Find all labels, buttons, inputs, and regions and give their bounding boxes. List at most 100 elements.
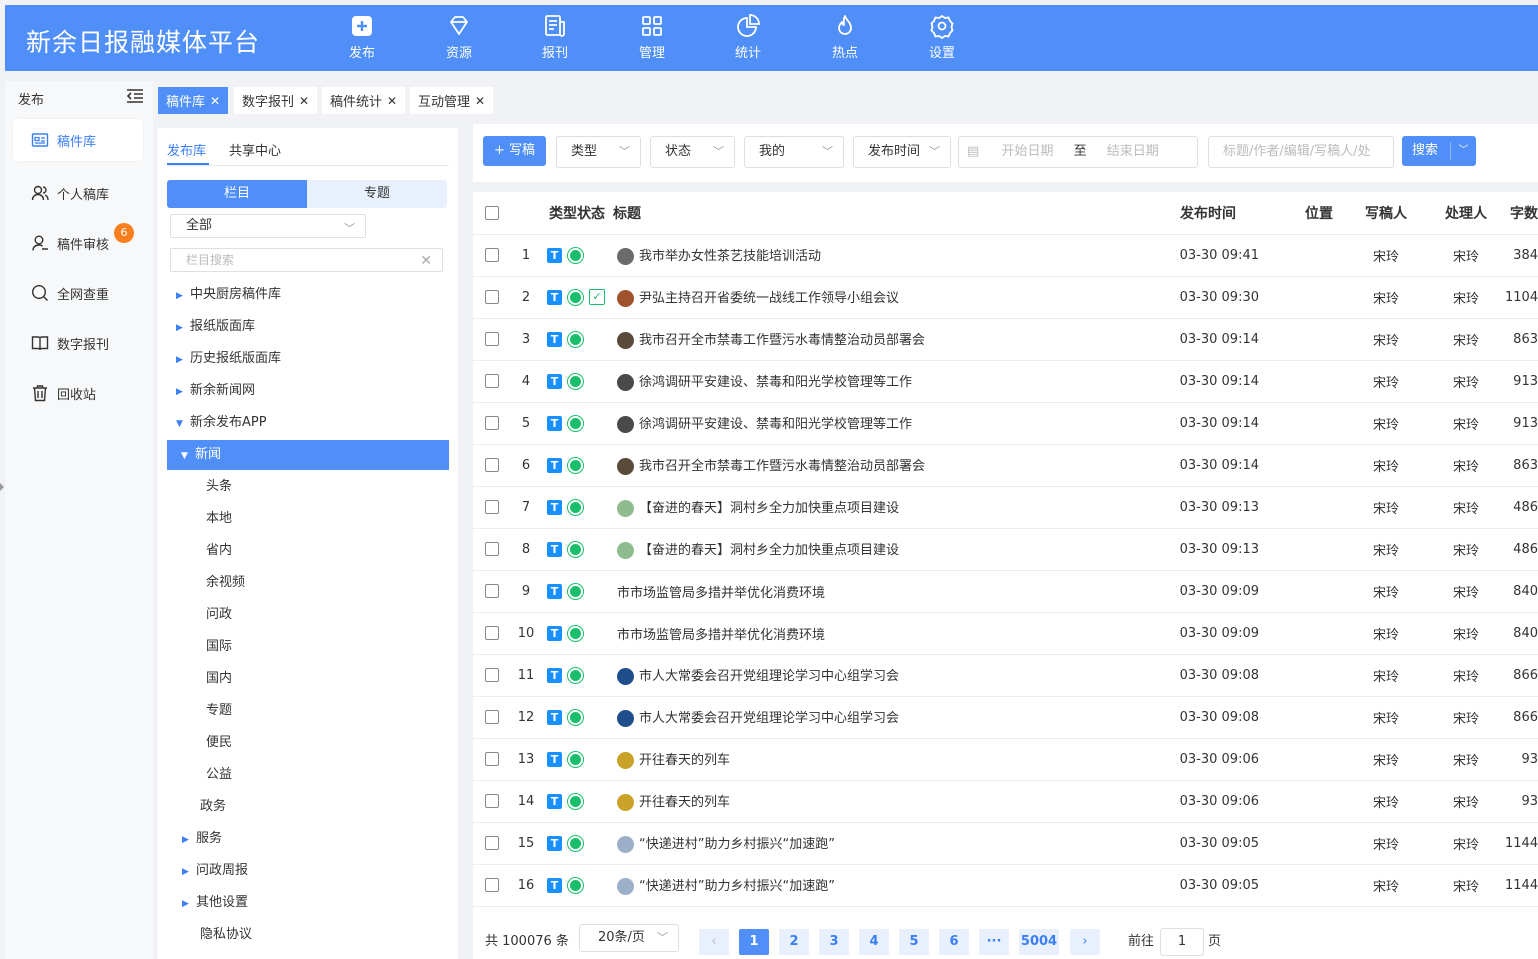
- tree-node[interactable]: ▶ 中央厨房稿件库: [176, 280, 281, 310]
- pubtime-filter[interactable]: 发布时间 ﹀: [853, 136, 951, 168]
- row-checkbox[interactable]: [485, 290, 499, 304]
- title-cell[interactable]: 开往春天的列车: [613, 738, 1123, 781]
- row-title[interactable]: 市人大常委会召开党组理论学习中心组学习会: [639, 669, 899, 684]
- row-title[interactable]: 我市召开全市禁毒工作暨污水毒情整治动员部署会: [639, 459, 925, 474]
- row-checkbox[interactable]: [485, 710, 499, 724]
- tree-node[interactable]: 国内: [206, 664, 232, 694]
- segment-column[interactable]: 栏目: [167, 180, 307, 208]
- table-row[interactable]: 2 T ✓ 尹弘主持召开省委统一战线工作领导小组会议 03-30 09:30 宋玲 宋玲 11…: [473, 276, 1538, 319]
- sidebar-item-trash[interactable]: 回收站: [13, 372, 143, 414]
- table-row[interactable]: 6 T 我市召开全市禁毒工作暨污水毒情整治动员部署会 03-30 09:14 宋玲 宋玲 8…: [473, 444, 1538, 487]
- row-title[interactable]: 市人大常委会召开党组理论学习中心组学习会: [639, 711, 899, 726]
- row-checkbox[interactable]: [485, 836, 499, 850]
- keyword-search-input[interactable]: 标题/作者/编辑/写稿人/处: [1208, 136, 1394, 168]
- page-button[interactable]: 1: [739, 929, 769, 955]
- tree-node[interactable]: ▶ 历史报纸版面库: [176, 344, 281, 374]
- segment-topic[interactable]: 专题: [307, 180, 447, 208]
- table-row[interactable]: 1 T 我市举办女性茶艺技能培训活动 03-30 09:41 宋玲 宋玲 384: [473, 234, 1538, 277]
- row-title[interactable]: 市市场监管局多措并举优化消费环境: [617, 586, 825, 601]
- row-checkbox[interactable]: [485, 668, 499, 682]
- tree-node[interactable]: ▶ 其他设置: [182, 888, 248, 918]
- tree-node[interactable]: 余视频: [206, 568, 245, 598]
- tree-node[interactable]: ▼ 新余发布APP: [176, 408, 267, 438]
- end-date-input[interactable]: 结束日期: [1107, 144, 1159, 159]
- caret-right-icon[interactable]: ▶: [182, 825, 196, 855]
- tab-interaction[interactable]: 互动管理 ✕: [410, 87, 494, 114]
- table-row[interactable]: 10 T 市市场监管局多措并举优化消费环境 03-30 09:09 宋玲 宋玲 840: [473, 612, 1538, 655]
- tree-node[interactable]: ▶ 服务: [182, 824, 222, 854]
- tree-node[interactable]: 便民: [206, 728, 232, 758]
- more-pages-button[interactable]: ···: [979, 929, 1009, 955]
- table-row[interactable]: 14 T 开往春天的列车 03-30 09:06 宋玲 宋玲 93: [473, 780, 1538, 823]
- subtab-publish-library[interactable]: 发布库: [167, 140, 206, 159]
- title-cell[interactable]: 市人大常委会召开党组理论学习中心组学习会: [613, 654, 1123, 697]
- page-button[interactable]: 3: [819, 929, 849, 955]
- row-title[interactable]: 徐鸿调研平安建设、禁毒和阳光学校管理等工作: [639, 417, 912, 432]
- row-title[interactable]: 我市召开全市禁毒工作暨污水毒情整治动员部署会: [639, 333, 925, 348]
- nav-settings[interactable]: 设置: [912, 13, 972, 69]
- table-row[interactable]: 3 T 我市召开全市禁毒工作暨污水毒情整治动员部署会 03-30 09:14 宋玲 宋玲 8…: [473, 318, 1538, 361]
- caret-right-icon[interactable]: ▶: [176, 281, 190, 311]
- close-icon[interactable]: ✕: [475, 94, 485, 108]
- type-filter[interactable]: 类型 ﹀: [556, 136, 641, 168]
- row-title[interactable]: 开往春天的列车: [639, 795, 730, 810]
- table-row[interactable]: 7 T 【奋进的春天】洞村乡全力加快重点项目建设 03-30 09:13 宋玲 宋玲 486: [473, 486, 1538, 529]
- title-cell[interactable]: 徐鸿调研平安建设、禁毒和阳光学校管理等工作: [613, 402, 1123, 445]
- pubtime-header[interactable]: 发布时间: [1123, 192, 1293, 235]
- row-title[interactable]: 市市场监管局多措并举优化消费环境: [617, 628, 825, 643]
- date-range-picker[interactable]: ▤ 开始日期 至 结束日期: [958, 136, 1198, 168]
- row-title[interactable]: “快递进村”助力乡村振兴“加速跑”: [639, 879, 835, 894]
- row-checkbox[interactable]: [485, 248, 499, 262]
- tree-node[interactable]: ▶ 问政周报: [182, 856, 248, 886]
- row-checkbox[interactable]: [485, 500, 499, 514]
- table-row[interactable]: 12 T 市人大常委会召开党组理论学习中心组学习会 03-30 09:08 宋玲 宋玲 86…: [473, 696, 1538, 739]
- tree-node[interactable]: ▶ 报纸版面库: [176, 312, 255, 342]
- tree-node[interactable]: 隐私协议: [200, 920, 252, 950]
- title-cell[interactable]: 我市召开全市禁毒工作暨污水毒情整治动员部署会: [613, 318, 1123, 361]
- title-cell[interactable]: 【奋进的春天】洞村乡全力加快重点项目建设: [613, 528, 1123, 571]
- sidebar-item-dupcheck[interactable]: 全网查重: [13, 272, 143, 314]
- tree-node[interactable]: 政务: [200, 792, 226, 822]
- expand-handle-icon[interactable]: [0, 483, 4, 491]
- tree-node[interactable]: 国际: [206, 632, 232, 662]
- goto-page-input[interactable]: 1: [1160, 928, 1204, 956]
- mine-filter[interactable]: 我的 ﹀: [744, 136, 844, 168]
- subtab-share-center[interactable]: 共享中心: [229, 140, 281, 159]
- caret-right-icon[interactable]: ▶: [182, 857, 196, 887]
- tab-manuscripts[interactable]: 稿件库 ✕: [158, 87, 229, 114]
- table-row[interactable]: 15 T “快递进村”助力乡村振兴“加速跑” 03-30 09:05 宋玲 宋玲 1144: [473, 822, 1538, 865]
- title-cell[interactable]: 我市举办女性茶艺技能培训活动: [613, 234, 1123, 277]
- sidebar-item-personal[interactable]: 个人稿库: [13, 172, 143, 214]
- nav-periodicals[interactable]: 报刊: [525, 13, 585, 69]
- nav-publish[interactable]: 发布: [332, 13, 392, 69]
- table-row[interactable]: 9 T 市市场监管局多措并举优化消费环境 03-30 09:09 宋玲 宋玲 840: [473, 570, 1538, 613]
- next-page-button[interactable]: ›: [1070, 929, 1100, 955]
- row-title[interactable]: 我市举办女性茶艺技能培训活动: [639, 249, 821, 264]
- title-cell[interactable]: 【奋进的春天】洞村乡全力加快重点项目建设: [613, 486, 1123, 529]
- close-icon[interactable]: ✕: [210, 94, 220, 108]
- prev-page-button[interactable]: ‹: [699, 929, 729, 955]
- start-date-input[interactable]: 开始日期: [1001, 144, 1053, 159]
- title-cell[interactable]: 我市召开全市禁毒工作暨污水毒情整治动员部署会: [613, 444, 1123, 487]
- row-title[interactable]: 徐鸿调研平安建设、禁毒和阳光学校管理等工作: [639, 375, 912, 390]
- sidebar-item-review[interactable]: 稿件审核 6: [13, 222, 143, 264]
- row-checkbox[interactable]: [485, 626, 499, 640]
- row-title[interactable]: 【奋进的春天】洞村乡全力加快重点项目建设: [639, 501, 899, 516]
- row-checkbox[interactable]: [485, 878, 499, 892]
- table-row[interactable]: 16 T “快递进村”助力乡村振兴“加速跑” 03-30 09:05 宋玲 宋玲 1144: [473, 864, 1538, 907]
- title-cell[interactable]: “快递进村”助力乡村振兴“加速跑”: [613, 822, 1123, 865]
- tree-node[interactable]: 本地: [206, 504, 232, 534]
- page-button[interactable]: 5: [899, 929, 929, 955]
- chevron-down-icon[interactable]: ﹀: [1450, 142, 1476, 160]
- caret-right-icon[interactable]: ▶: [176, 313, 190, 343]
- row-title[interactable]: 【奋进的春天】洞村乡全力加快重点项目建设: [639, 543, 899, 558]
- status-filter[interactable]: 状态 ﹀: [650, 136, 735, 168]
- tree-node[interactable]: 专题: [206, 696, 232, 726]
- page-button[interactable]: 2: [779, 929, 809, 955]
- row-checkbox[interactable]: [485, 794, 499, 808]
- title-cell[interactable]: 徐鸿调研平安建设、禁毒和阳光学校管理等工作: [613, 360, 1123, 403]
- select-all-checkbox[interactable]: [485, 205, 499, 220]
- nav-resources[interactable]: 资源: [429, 13, 489, 69]
- row-title[interactable]: 尹弘主持召开省委统一战线工作领导小组会议: [639, 291, 899, 306]
- row-checkbox[interactable]: [485, 374, 499, 388]
